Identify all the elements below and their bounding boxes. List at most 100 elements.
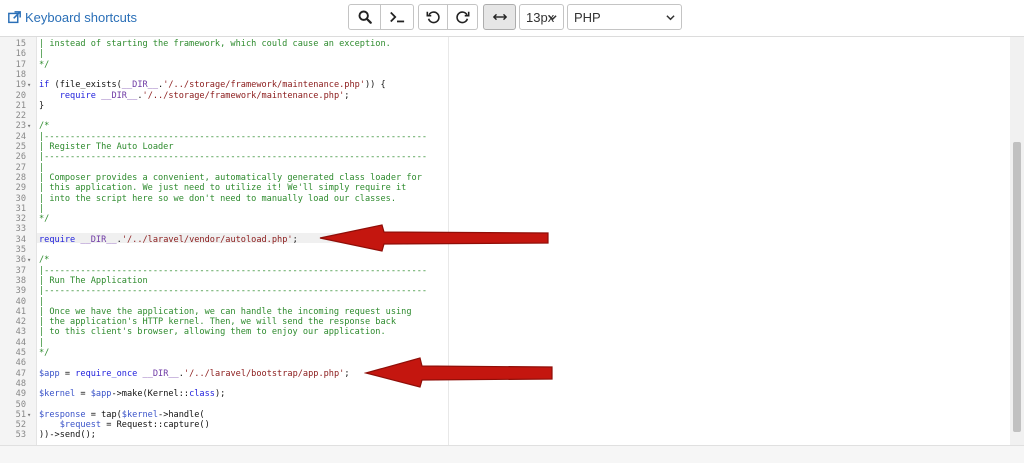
code-line[interactable]: 28 | Composer provides a convenient, auto…	[0, 173, 1010, 183]
code-line[interactable]: 37 |-------------------------------------…	[0, 266, 1010, 276]
code-line[interactable]: 36 ▾ /*	[0, 255, 1010, 265]
code-line[interactable]: 52 $request = Request::capture()	[0, 420, 1010, 430]
line-number: 15	[15, 39, 26, 49]
line-number: 35	[15, 245, 26, 255]
code-line[interactable]: 39 |-------------------------------------…	[0, 286, 1010, 296]
code-text: | this application. We just need to util…	[39, 183, 407, 194]
code-line[interactable]: 20 require __DIR__.'/../storage/framewor…	[0, 91, 1010, 101]
redo-button[interactable]	[448, 4, 478, 30]
code-text: |	[39, 337, 45, 348]
font-size-select[interactable]: 13px	[519, 4, 564, 30]
search-icon	[358, 10, 372, 24]
code-text: | Run The Application	[39, 275, 148, 286]
red-arrow	[319, 224, 549, 252]
line-number: 16	[15, 49, 26, 60]
fold-toggle-icon[interactable]: ▾	[27, 410, 31, 420]
terminal-icon	[390, 11, 405, 23]
code-line[interactable]: 17 */	[0, 60, 1010, 70]
code-line[interactable]: 21}	[0, 101, 1010, 111]
wrap-toggle-button[interactable]	[483, 4, 516, 30]
line-number: 27	[15, 162, 26, 173]
chevron-down-icon	[548, 15, 557, 21]
line-number: 46	[15, 358, 26, 369]
code-text: $app = require_once __DIR__.'/../laravel…	[39, 368, 350, 379]
code-line[interactable]: 49 $kernel = $app->make(Kernel::class);	[0, 389, 1010, 399]
line-number: 31	[15, 203, 26, 214]
fold-toggle-icon[interactable]: ▾	[27, 121, 31, 131]
code-line[interactable]: 42 | the application's HTTP kernel. Then,…	[0, 317, 1010, 327]
line-number: 51	[15, 409, 26, 420]
command-button[interactable]	[381, 4, 414, 30]
line-number: 20	[15, 90, 26, 101]
code-text: $response = tap($kernel->handle(	[39, 409, 205, 420]
line-number: 38	[15, 275, 26, 286]
code-text: |---------------------------------------…	[39, 131, 428, 142]
code-line[interactable]: 30 | into the script here so we don't nee…	[0, 194, 1010, 204]
line-number: 24	[15, 131, 26, 142]
undo-button[interactable]	[418, 4, 448, 30]
code-line[interactable]: 18	[0, 70, 1010, 80]
line-number: 49	[15, 389, 26, 400]
code-text: /*	[39, 255, 50, 266]
code-text: */	[39, 348, 50, 358]
search-button[interactable]	[348, 4, 381, 30]
external-link-icon	[8, 11, 21, 24]
code-line[interactable]: 31 |	[0, 204, 1010, 214]
code-text: */	[39, 214, 50, 225]
keyboard-shortcuts-label: Keyboard shortcuts	[25, 10, 138, 25]
red-arrow	[364, 357, 553, 388]
code-line[interactable]: 19 ▾ if (file_exists(__DIR__.'/../storage/…	[0, 80, 1010, 90]
code-text: | the application's HTTP kernel. Then, w…	[39, 317, 396, 328]
code-line[interactable]: 26 |-------------------------------------…	[0, 152, 1010, 162]
line-number: 21	[15, 100, 26, 111]
code-text: |---------------------------------------…	[39, 152, 428, 163]
redo-icon	[455, 11, 469, 24]
line-number: 19	[15, 80, 26, 91]
chevron-down-icon	[666, 15, 675, 21]
code-line[interactable]: 53))->send();	[0, 430, 1010, 440]
line-number: 42	[15, 317, 26, 328]
code-line[interactable]: 24 |-------------------------------------…	[0, 132, 1010, 142]
code-line[interactable]: 50	[0, 400, 1010, 410]
code-text: | Composer provides a convenient, automa…	[39, 172, 422, 183]
code-line[interactable]: 40 |	[0, 297, 1010, 307]
code-line[interactable]: 15 | instead of starting the framework, w…	[0, 39, 1010, 49]
code-line[interactable]: 16 |	[0, 49, 1010, 59]
line-number: 33	[15, 224, 26, 235]
line-number: 52	[15, 420, 26, 431]
fold-toggle-icon[interactable]: ▾	[27, 255, 31, 265]
code-text: /*	[39, 121, 50, 132]
code-text: |---------------------------------------…	[39, 286, 428, 297]
code-line[interactable]: 43 | to this client's browser, allowing t…	[0, 327, 1010, 337]
editor-status-bar	[0, 445, 1024, 463]
line-number: 17	[15, 59, 26, 70]
code-line[interactable]: 25 | Register The Auto Loader	[0, 142, 1010, 152]
scrollbar-thumb[interactable]	[1013, 142, 1021, 432]
line-number: 47	[15, 368, 26, 379]
code-text: |	[39, 49, 45, 60]
vertical-scrollbar[interactable]	[1010, 37, 1024, 445]
code-line[interactable]: 23 ▾ /*	[0, 121, 1010, 131]
code-text: |	[39, 162, 45, 173]
code-text: |	[39, 296, 45, 307]
code-line[interactable]: 27 |	[0, 163, 1010, 173]
code-text: | Once we have the application, we can h…	[39, 306, 412, 317]
code-line[interactable]: 51 ▾ $response = tap($kernel->handle(	[0, 410, 1010, 420]
undo-icon	[426, 11, 440, 24]
line-number: 30	[15, 193, 26, 204]
code-line[interactable]: 44 |	[0, 338, 1010, 348]
fold-toggle-icon[interactable]: ▾	[27, 80, 31, 90]
line-number: 28	[15, 172, 26, 183]
line-number: 40	[15, 296, 26, 307]
code-line[interactable]: 29 | this application. We just need to ut…	[0, 183, 1010, 193]
code-line[interactable]: 41 | Once we have the application, we can…	[0, 307, 1010, 317]
line-number: 25	[15, 142, 26, 152]
code-text: | instead of starting the framework, whi…	[39, 39, 391, 49]
wrap-icon	[492, 13, 507, 21]
line-number: 39	[15, 286, 26, 297]
language-select[interactable]: PHP	[567, 4, 682, 30]
code-line[interactable]: 22	[0, 111, 1010, 121]
code-text: $kernel = $app->make(Kernel::class);	[39, 389, 226, 400]
keyboard-shortcuts-link[interactable]: Keyboard shortcuts	[8, 10, 137, 25]
code-line[interactable]: 38 | Run The Application	[0, 276, 1010, 286]
